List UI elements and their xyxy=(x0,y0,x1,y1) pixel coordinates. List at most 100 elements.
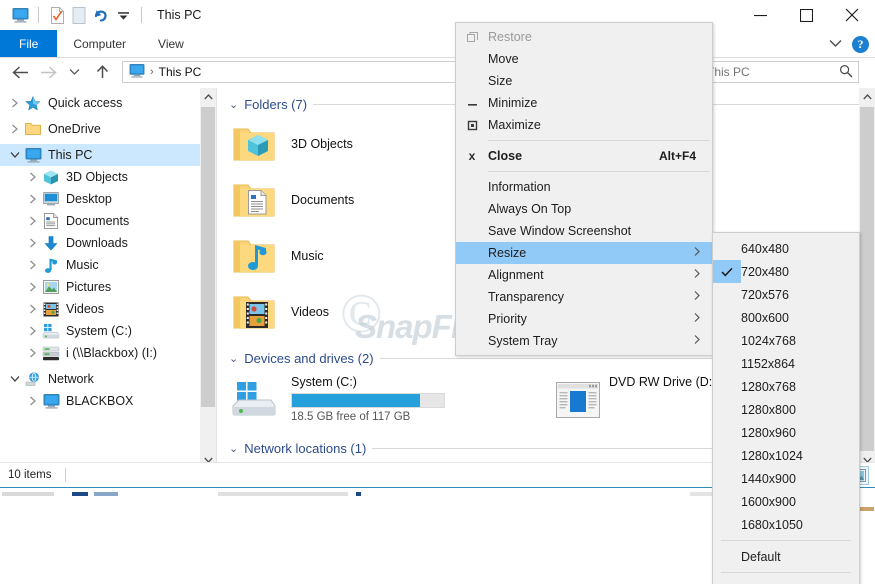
breadcrumb-separator[interactable]: › xyxy=(150,66,154,78)
nav-item-desktop[interactable]: Desktop xyxy=(0,188,216,210)
resize-option-1600x900[interactable]: 1600x900 xyxy=(713,490,859,513)
nav-item-quick-access[interactable]: Quick access xyxy=(0,92,216,114)
chevron-down-icon[interactable] xyxy=(6,375,24,383)
resize-option-label: 1680x1050 xyxy=(741,517,803,532)
breadcrumb-path-label[interactable]: This PC xyxy=(159,65,202,79)
navigation-scrollbar[interactable] xyxy=(200,88,216,468)
tab-computer[interactable]: Computer xyxy=(57,30,142,57)
new-folder-icon[interactable] xyxy=(68,4,90,26)
menu-item-alignment[interactable]: Alignment xyxy=(456,264,712,286)
close-button[interactable] xyxy=(829,0,875,30)
menu-item-information[interactable]: Information xyxy=(456,176,712,198)
resize-option-800x600[interactable]: 800x600 xyxy=(713,306,859,329)
address-bar: › This PC This PC xyxy=(0,58,875,86)
drive-system-c[interactable]: System (C:) 18.5 GB free of 117 GB xyxy=(217,370,547,434)
resize-option-label: 720x480 xyxy=(741,264,789,279)
content-scrollbar[interactable] xyxy=(859,88,875,468)
nav-item-downloads[interactable]: Downloads xyxy=(0,232,216,254)
customize-chevron-icon[interactable] xyxy=(112,4,134,26)
nav-item-documents[interactable]: Documents xyxy=(0,210,216,232)
nav-item-i-blackbox-i[interactable]: i (\\Blackbox) (I:) xyxy=(0,342,216,364)
resize-option-1280x768[interactable]: 1280x768 xyxy=(713,375,859,398)
nav-item-onedrive[interactable]: OneDrive xyxy=(0,118,216,140)
this-pc-icon[interactable] xyxy=(9,4,31,26)
network-group-chevron-icon[interactable]: ⌄ xyxy=(229,442,238,455)
properties-icon[interactable] xyxy=(46,4,68,26)
back-button[interactable] xyxy=(8,60,32,84)
expand-ribbon-chevron-icon[interactable] xyxy=(829,35,842,53)
window-controls xyxy=(737,0,875,30)
monitor-icon xyxy=(24,147,42,163)
maximize-icon xyxy=(456,120,488,131)
chevron-right-icon[interactable] xyxy=(24,238,42,248)
restore-icon xyxy=(456,31,488,43)
resize-option-640x480[interactable]: 640x480 xyxy=(713,237,859,260)
resize-option-1280x800[interactable]: 1280x800 xyxy=(713,398,859,421)
resize-option-label: Default xyxy=(741,549,781,564)
chevron-right-icon[interactable] xyxy=(24,282,42,292)
nav-item-3d-objects[interactable]: 3D Objects xyxy=(0,166,216,188)
chevron-right-icon[interactable] xyxy=(24,396,42,406)
navigation-pane: Quick access OneDrive This PC 3D Objects Des… xyxy=(0,88,216,468)
nav-item-blackbox[interactable]: BLACKBOX xyxy=(0,390,216,412)
resize-option-1024x768[interactable]: 1024x768 xyxy=(713,329,859,352)
folders-group-chevron-icon[interactable]: ⌄ xyxy=(229,98,238,111)
devices-group-chevron-icon[interactable]: ⌄ xyxy=(229,352,238,365)
nav-item-videos[interactable]: Videos xyxy=(0,298,216,320)
undo-icon[interactable] xyxy=(90,4,112,26)
resize-option-720x576[interactable]: 720x576 xyxy=(713,283,859,306)
chevron-right-icon[interactable] xyxy=(6,98,24,108)
menu-item-save-window-screenshot[interactable]: Save Window Screenshot xyxy=(456,220,712,242)
nav-item-music[interactable]: Music xyxy=(0,254,216,276)
menu-item-move[interactable]: Move xyxy=(456,48,712,70)
tab-view[interactable]: View xyxy=(142,30,200,57)
chevron-down-icon[interactable] xyxy=(6,151,24,159)
nav-item-pictures[interactable]: Pictures xyxy=(0,276,216,298)
chevron-right-icon[interactable] xyxy=(24,348,42,358)
star-icon xyxy=(24,95,42,111)
resize-option-1152x864[interactable]: 1152x864 xyxy=(713,352,859,375)
resize-option-1280x1024[interactable]: 1280x1024 xyxy=(713,444,859,467)
menu-item-resize[interactable]: Resize xyxy=(456,242,712,264)
tile-label: Documents xyxy=(291,193,355,207)
search-input[interactable]: This PC xyxy=(699,61,859,83)
menu-item-transparency[interactable]: Transparency xyxy=(456,286,712,308)
search-icon[interactable] xyxy=(839,64,853,81)
forward-button[interactable] xyxy=(36,60,60,84)
minimize-button[interactable] xyxy=(737,0,783,30)
nav-item-label: System (C:) xyxy=(66,324,132,338)
chevron-right-icon[interactable] xyxy=(24,304,42,314)
recent-locations-chevron-icon[interactable] xyxy=(62,60,86,84)
resize-option-1680x1050[interactable]: 1680x1050 xyxy=(713,513,859,536)
chevron-right-icon[interactable] xyxy=(24,172,42,182)
menu-item-size[interactable]: Size xyxy=(456,70,712,92)
chevron-right-icon[interactable] xyxy=(24,194,42,204)
nav-item-system-c[interactable]: System (C:) xyxy=(0,320,216,342)
resize-option-1440x900[interactable]: 1440x900 xyxy=(713,467,859,490)
nav-scrollbar-thumb[interactable] xyxy=(201,107,215,407)
nav-item-network[interactable]: Network xyxy=(0,368,216,390)
chevron-right-icon[interactable] xyxy=(24,216,42,226)
menu-item-minimize[interactable]: Minimize xyxy=(456,92,712,114)
resize-option-default[interactable]: Default xyxy=(713,545,859,568)
menu-item-maximize[interactable]: Maximize xyxy=(456,114,712,136)
menu-item-system-tray[interactable]: System Tray xyxy=(456,330,712,352)
menu-item-close[interactable]: x Close Alt+F4 xyxy=(456,145,712,167)
chevron-right-icon[interactable] xyxy=(24,260,42,270)
chevron-right-icon[interactable] xyxy=(24,326,42,336)
resize-option-1280x960[interactable]: 1280x960 xyxy=(713,421,859,444)
tab-file[interactable]: File xyxy=(0,30,58,57)
menu-item-label: Information xyxy=(488,180,551,194)
resize-option-720x480[interactable]: 720x480 xyxy=(713,260,859,283)
up-button[interactable] xyxy=(90,60,114,84)
menu-item-priority[interactable]: Priority xyxy=(456,308,712,330)
content-scroll-up-arrow-icon[interactable] xyxy=(859,88,875,105)
nav-scroll-up-arrow-icon[interactable] xyxy=(200,88,216,105)
menu-item-always-on-top[interactable]: Always On Top xyxy=(456,198,712,220)
content-scrollbar-thumb[interactable] xyxy=(860,107,874,452)
help-icon[interactable]: ? xyxy=(852,35,869,53)
nav-item-this-pc[interactable]: This PC xyxy=(0,144,216,166)
maximize-button[interactable] xyxy=(783,0,829,30)
resize-option-custom[interactable]: Custom... xyxy=(713,577,859,584)
chevron-right-icon[interactable] xyxy=(6,124,24,134)
